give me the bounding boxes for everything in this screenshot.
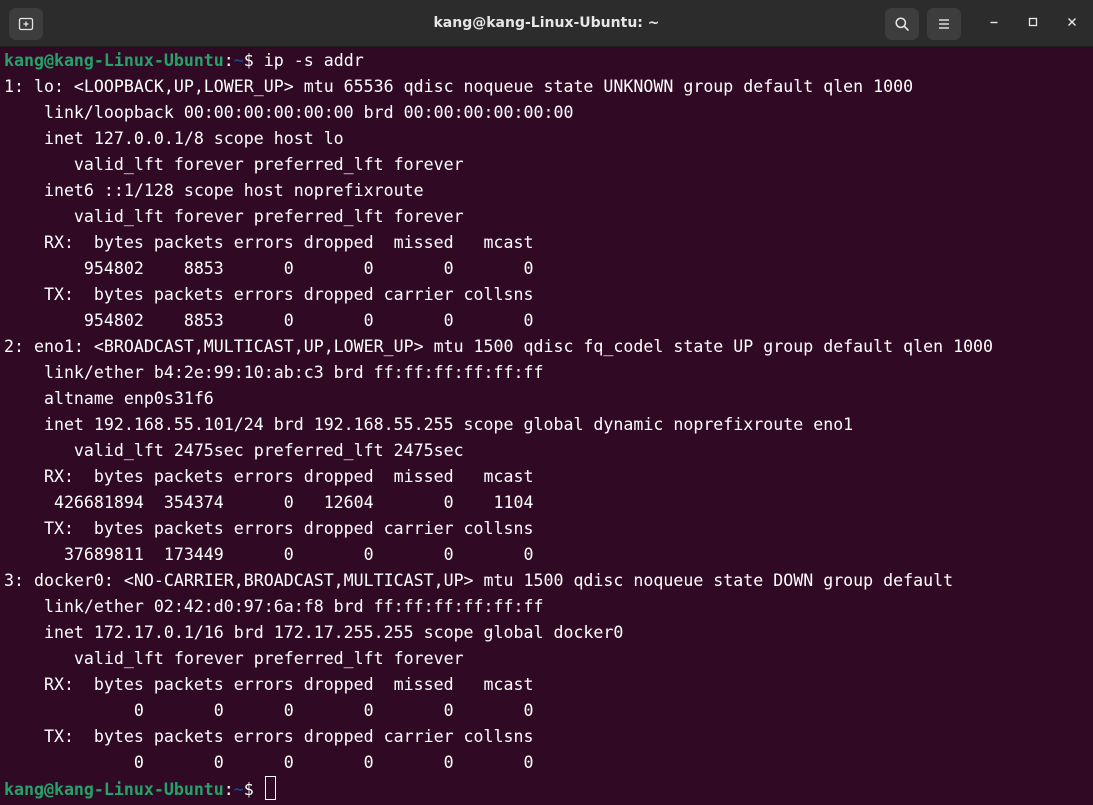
output-line: valid_lft forever preferred_lft forever xyxy=(4,207,464,226)
prompt-path: ~ xyxy=(233,780,244,799)
maximize-icon xyxy=(1027,15,1039,33)
output-line: inet 127.0.0.1/8 scope host lo xyxy=(4,129,344,148)
output-line: TX: bytes packets errors dropped carrier… xyxy=(4,519,534,538)
output-line: 2: eno1: <BROADCAST,MULTICAST,UP,LOWER_U… xyxy=(4,337,994,356)
output-line: 3: docker0: <NO-CARRIER,BROADCAST,MULTIC… xyxy=(4,571,954,590)
output-line: 954802 8853 0 0 0 0 xyxy=(4,259,534,278)
prompt-separator: : xyxy=(223,51,234,70)
output-line: TX: bytes packets errors dropped carrier… xyxy=(4,285,534,304)
prompt-user-host: kang@kang-Linux-Ubuntu xyxy=(4,780,224,799)
output-line: TX: bytes packets errors dropped carrier… xyxy=(4,727,534,746)
output-line: inet6 ::1/128 scope host noprefixroute xyxy=(4,181,424,200)
output-line: 37689811 173449 0 0 0 0 xyxy=(4,545,534,564)
output-line: 954802 8853 0 0 0 0 xyxy=(4,311,534,330)
prompt-symbol: $ xyxy=(243,780,264,799)
terminal-window: kang@kang-Linux-Ubuntu: ~ kang@kang-Linu… xyxy=(0,0,1093,805)
output-line: 0 0 0 0 0 0 xyxy=(4,701,534,720)
output-line: altname enp0s31f6 xyxy=(4,389,214,408)
menu-button[interactable] xyxy=(927,8,961,40)
new-tab-icon xyxy=(18,16,34,32)
terminal-content[interactable]: kang@kang-Linux-Ubuntu:~$ ip -s addr 1: … xyxy=(0,48,1093,805)
text-cursor[interactable] xyxy=(264,776,276,800)
prompt-user-host: kang@kang-Linux-Ubuntu xyxy=(4,51,224,70)
close-icon xyxy=(1066,15,1078,33)
minimize-icon xyxy=(988,15,1000,33)
minimize-button[interactable] xyxy=(981,11,1007,37)
title-bar[interactable]: kang@kang-Linux-Ubuntu: ~ xyxy=(0,0,1093,47)
output-line: 0 0 0 0 0 0 xyxy=(4,753,534,772)
prompt-symbol: $ xyxy=(243,51,264,70)
prompt-path: ~ xyxy=(233,51,244,70)
output-line: valid_lft forever preferred_lft forever xyxy=(4,649,464,668)
output-line: 1: lo: <LOOPBACK,UP,LOWER_UP> mtu 65536 … xyxy=(4,77,914,96)
output-line: valid_lft 2475sec preferred_lft 2475sec xyxy=(4,441,464,460)
output-line: RX: bytes packets errors dropped missed … xyxy=(4,675,534,694)
new-tab-button[interactable] xyxy=(9,8,43,40)
output-line: link/loopback 00:00:00:00:00:00 brd 00:0… xyxy=(4,103,574,122)
prompt-separator: : xyxy=(223,780,234,799)
output-line: link/ether b4:2e:99:10:ab:c3 brd ff:ff:f… xyxy=(4,363,544,382)
output-line: inet 172.17.0.1/16 brd 172.17.255.255 sc… xyxy=(4,623,624,642)
command-line: kang@kang-Linux-Ubuntu:~$ ip -s addr xyxy=(4,48,1093,74)
hamburger-menu-icon xyxy=(936,16,952,32)
maximize-button[interactable] xyxy=(1020,11,1046,37)
search-button[interactable] xyxy=(885,8,919,40)
output-line: RX: bytes packets errors dropped missed … xyxy=(4,467,534,486)
output-line: 426681894 354374 0 12604 0 1104 xyxy=(4,493,534,512)
search-icon xyxy=(894,16,910,32)
output-line: inet 192.168.55.101/24 brd 192.168.55.25… xyxy=(4,415,854,434)
output-line: valid_lft forever preferred_lft forever xyxy=(4,155,464,174)
close-button[interactable] xyxy=(1059,11,1085,37)
input-line[interactable]: kang@kang-Linux-Ubuntu:~$ xyxy=(4,776,1093,802)
output-line: RX: bytes packets errors dropped missed … xyxy=(4,233,534,252)
output-line: link/ether 02:42:d0:97:6a:f8 brd ff:ff:f… xyxy=(4,597,544,616)
command-text: ip -s addr xyxy=(263,51,364,70)
